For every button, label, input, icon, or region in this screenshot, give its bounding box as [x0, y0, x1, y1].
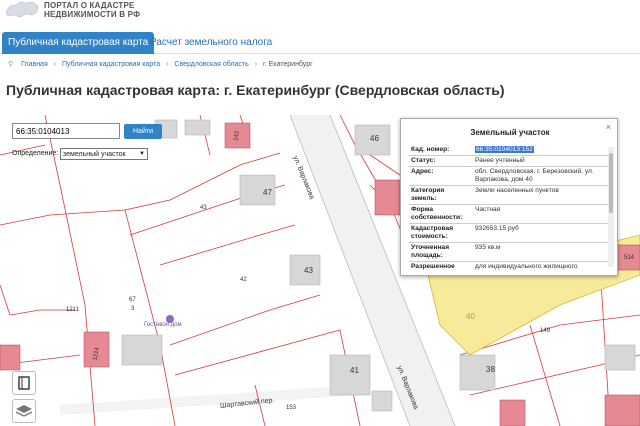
poi-label[interactable]: Гостевой дом	[144, 322, 182, 328]
close-icon[interactable]: ×	[606, 122, 611, 132]
detail-row-status: Статус: Ранее учтенный	[409, 156, 609, 167]
parcel-label: 1211	[66, 307, 79, 313]
detail-key: Кад. номер:	[411, 146, 450, 153]
definition-select[interactable]: земельный участок ▼	[60, 148, 148, 160]
location-pin-icon: ⚲	[8, 61, 14, 68]
detail-value[interactable]: 66:35:0104013:152	[473, 145, 603, 155]
breadcrumb-separator: ›	[254, 61, 258, 68]
popup-scrollbar[interactable]	[608, 147, 614, 267]
building-label: 46	[370, 134, 379, 143]
detail-value: 932653.15 руб	[475, 225, 519, 232]
building-label: 47	[263, 188, 272, 197]
scrollbar-thumb[interactable]	[609, 153, 613, 213]
logo-line-1: ПОРТАЛ О КАДАСТРЕ	[44, 1, 135, 10]
site-header: ПОРТАЛ О КАДАСТРЕ НЕДВИЖИМОСТИ В РФ	[0, 0, 640, 30]
chevron-down-icon: ▼	[139, 151, 145, 157]
breadcrumb-region[interactable]: Свердловская область	[174, 61, 248, 68]
parcel-label: 153	[286, 405, 297, 411]
building-label: 43	[304, 266, 313, 275]
legend-button[interactable]	[12, 371, 36, 395]
detail-key: Кадастровая стоимость:	[411, 225, 454, 240]
parcel-label: 42	[240, 277, 247, 283]
detail-key: Уточненная площадь:	[411, 244, 450, 259]
detail-row-area: Уточненная площадь: 935 кв.м	[409, 243, 609, 262]
breadcrumb-separator: ›	[53, 61, 57, 68]
tab-land-tax[interactable]: Расчет земельного налога	[144, 32, 278, 54]
detail-row-address: Адрес: обл. Свердловская, г. Березовский…	[409, 167, 609, 186]
layers-button[interactable]	[12, 399, 36, 423]
selected-parcel-label: 40	[466, 312, 475, 321]
cadastral-map[interactable]: 43 42 1211 153 149 40 41 47 43 46 38 67 …	[0, 115, 640, 426]
popup-details: Кад. номер: 66:35:0104013:152 Статус: Ра…	[409, 145, 609, 271]
logo-line-2: НЕДВИЖИМОСТИ В РФ	[44, 10, 141, 19]
detail-row-cadastral-number: Кад. номер: 66:35:0104013:152	[409, 145, 609, 156]
detail-key: Статус:	[411, 157, 436, 164]
detail-value: для индивидуального жилищного	[475, 263, 578, 270]
detail-value: 935 кв.м	[475, 244, 501, 251]
building-label: 67	[129, 297, 136, 303]
detail-value: обл. Свердловская, г. Березовский, ул. В…	[475, 168, 594, 183]
detail-value: Частная	[475, 206, 501, 213]
detail-row-ownership: Форма собственности: Частная	[409, 205, 609, 224]
tab-cadastral-map[interactable]: Публичная кадастровая карта	[2, 32, 155, 54]
detail-row-land-category: Категория земель: Земли населенных пункт…	[409, 186, 609, 205]
building-label: 38	[486, 365, 495, 374]
building-label: 514	[624, 255, 635, 261]
building-label: 3	[131, 306, 135, 312]
breadcrumb-cadastral-map[interactable]: Публичная кадастровая карта	[62, 61, 160, 68]
detail-value: Ранее учтенный	[475, 157, 525, 164]
definition-select-value: земельный участок	[63, 151, 126, 158]
popup-title: Земельный участок	[470, 128, 550, 137]
breadcrumb-home[interactable]: Главная	[21, 61, 48, 68]
layers-icon	[15, 405, 33, 417]
detail-key: Категория земель:	[411, 187, 445, 202]
main-tabs: Публичная кадастровая карта Расчет земел…	[0, 32, 640, 54]
book-icon	[18, 376, 30, 390]
detail-row-permitted-use: Разрешенное для индивидуального жилищног…	[409, 262, 609, 271]
building-label: 41	[350, 366, 359, 375]
detail-key: Адрес:	[411, 168, 434, 175]
cadastral-search-input[interactable]	[12, 123, 120, 139]
russia-map-logo-icon[interactable]	[4, 0, 40, 20]
breadcrumb-separator: ›	[166, 61, 169, 68]
find-button[interactable]: Найти	[124, 124, 162, 139]
site-logo-text[interactable]: ПОРТАЛ О КАДАСТРЕ НЕДВИЖИМОСТИ В РФ	[44, 1, 140, 19]
breadcrumb-current: г. Екатеринбург	[263, 61, 313, 68]
definition-label: Определение:	[12, 150, 59, 157]
detail-value: Земли населенных пунктов	[475, 187, 559, 194]
detail-row-cadastral-value: Кадастровая стоимость: 932653.15 руб	[409, 224, 609, 243]
cadastral-number-value[interactable]: 66:35:0104013:152	[475, 146, 534, 153]
page-title: Публичная кадастровая карта: г. Екатерин…	[6, 82, 505, 98]
breadcrumb: ⚲ Главная › Публичная кадастровая карта …	[8, 60, 313, 68]
parcel-info-popup: Земельный участок × Кад. номер: 66:35:01…	[400, 118, 618, 276]
detail-key: Форма собственности:	[411, 206, 463, 221]
detail-key: Разрешенное	[411, 263, 455, 270]
parcel-label: 149	[540, 328, 551, 334]
parcel-label: 43	[200, 205, 207, 211]
